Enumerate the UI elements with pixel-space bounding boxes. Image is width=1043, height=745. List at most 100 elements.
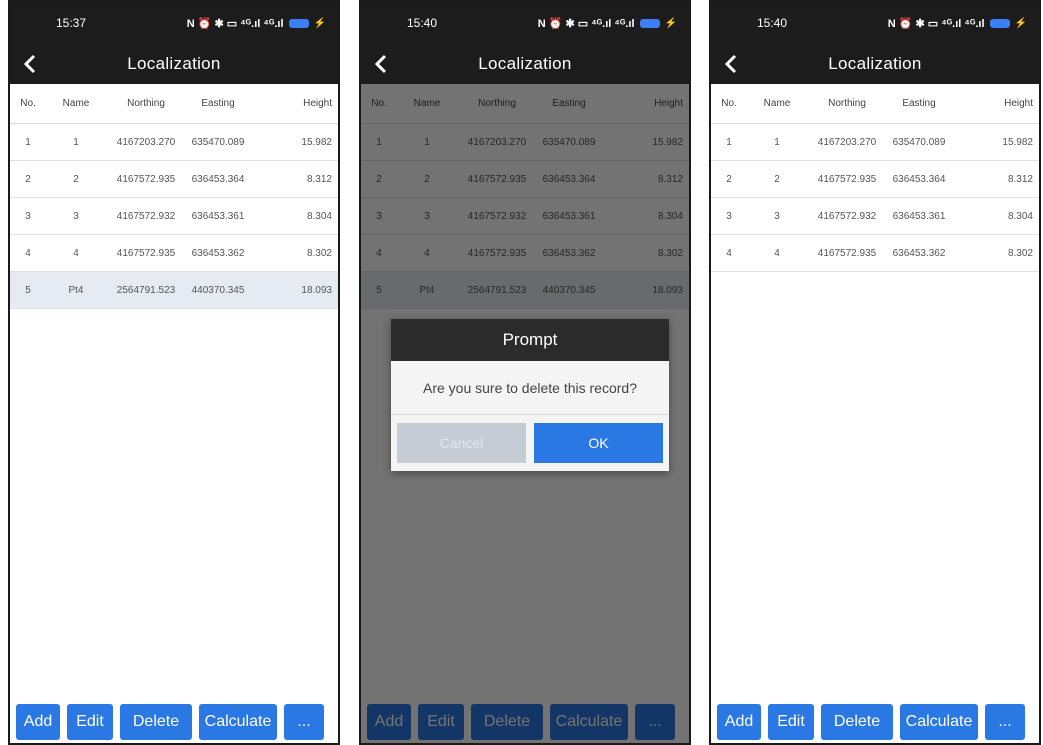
cell-easting: 635470.089 (191, 136, 245, 148)
battery-icon (989, 18, 1010, 28)
more-button[interactable]: ... (635, 704, 675, 740)
table-row[interactable]: 1 1 4167203.270 635470.089 15.982 (10, 124, 338, 161)
cell-height: 8.302 (306, 247, 332, 259)
edit-button[interactable]: Edit (768, 704, 814, 740)
cell-northing: 4167572.935 (817, 247, 877, 259)
cell-no: 1 (25, 136, 31, 148)
table-row[interactable]: 1 1 4167203.270 635470.089 15.982 (711, 124, 1039, 161)
cell-height: 8.302 (657, 247, 683, 259)
table-row[interactable]: 1 1 4167203.270 635470.089 15.982 (361, 124, 689, 161)
table-row[interactable]: 5 Pt4 2564791.523 440370.345 18.093 (361, 272, 689, 309)
cell-no: 4 (25, 247, 31, 259)
column-header-height: Height (1004, 98, 1033, 109)
phone-screen-2: 15:40 N ⏰ ✱ ▭ ⁴ᴳ.ıl ⁴ᴳ.ıl ⚡ Localization… (359, 0, 691, 745)
cell-name: 3 (73, 210, 79, 222)
cell-name: 2 (774, 173, 780, 185)
calculate-button[interactable]: Calculate (199, 704, 277, 740)
cell-name: 1 (774, 136, 780, 148)
table-row[interactable]: 4 4 4167572.935 636453.362 8.302 (361, 235, 689, 272)
cell-northing: 4167572.935 (467, 173, 527, 185)
delete-button[interactable]: Delete (120, 704, 192, 740)
cell-no: 1 (376, 136, 382, 148)
cell-height: 8.304 (306, 210, 332, 222)
status-bar: 15:40 N ⏰ ✱ ▭ ⁴ᴳ.ıl ⁴ᴳ.ıl ⚡ (711, 2, 1039, 44)
title-bar: Localization (10, 44, 338, 84)
edit-button[interactable]: Edit (67, 704, 113, 740)
column-header-northing: Northing (828, 98, 866, 109)
phone-screen-3: 15:40 N ⏰ ✱ ▭ ⁴ᴳ.ıl ⁴ᴳ.ıl ⚡ Localization… (709, 0, 1041, 745)
column-header-easting: Easting (552, 98, 586, 109)
cell-northing: 4167572.935 (817, 173, 877, 185)
cell-name: 4 (73, 247, 79, 259)
status-icons: N ⏰ ✱ ▭ ⁴ᴳ.ıl ⁴ᴳ.ıl ⚡ (187, 17, 326, 30)
table-row[interactable]: 2 2 4167572.935 636453.364 8.312 (711, 161, 1039, 198)
cell-easting: 636453.361 (892, 210, 946, 222)
calculate-button[interactable]: Calculate (900, 704, 978, 740)
add-button[interactable]: Add (367, 704, 411, 740)
column-header-no: No. (371, 98, 387, 109)
cell-no: 3 (25, 210, 31, 222)
table-row[interactable]: 2 2 4167572.935 636453.364 8.312 (361, 161, 689, 198)
table-body: 1 1 4167203.270 635470.089 15.982 2 2 4167572.9… (711, 124, 1039, 272)
more-button[interactable]: ... (985, 704, 1025, 740)
title-bar: Localization (361, 44, 689, 84)
delete-confirm-dialog: Prompt Are you sure to delete this recor… (391, 319, 669, 471)
cell-no: 2 (376, 173, 382, 185)
table-row[interactable]: 3 3 4167572.932 636453.361 8.304 (361, 198, 689, 235)
cell-height: 8.312 (657, 173, 683, 185)
back-arrow-icon[interactable] (719, 50, 743, 78)
table-row[interactable]: 3 3 4167572.932 636453.361 8.304 (711, 198, 1039, 235)
cell-name: 1 (73, 136, 79, 148)
edit-button[interactable]: Edit (418, 704, 464, 740)
bottom-toolbar: Add Edit Delete Calculate ... (361, 699, 689, 743)
column-header-name: Name (62, 98, 90, 109)
cell-easting: 636453.364 (191, 173, 245, 185)
cell-easting: 636453.361 (191, 210, 245, 222)
add-button[interactable]: Add (717, 704, 761, 740)
cell-easting: 636453.364 (892, 173, 946, 185)
cell-height: 8.302 (1007, 247, 1033, 259)
back-arrow-icon[interactable] (18, 50, 42, 78)
cell-northing: 4167203.270 (817, 136, 877, 148)
status-bar: 15:37 N ⏰ ✱ ▭ ⁴ᴳ.ıl ⁴ᴳ.ıl ⚡ (10, 2, 338, 44)
table-body: 1 1 4167203.270 635470.089 15.982 2 2 4167572.9… (10, 124, 338, 309)
cell-height: 18.093 (652, 284, 683, 296)
cell-no: 5 (25, 284, 31, 296)
cell-northing: 2564791.523 (467, 284, 527, 296)
table-row[interactable]: 2 2 4167572.935 636453.364 8.312 (10, 161, 338, 198)
add-button[interactable]: Add (16, 704, 60, 740)
table-row[interactable]: 3 3 4167572.932 636453.361 8.304 (10, 198, 338, 235)
delete-button[interactable]: Delete (821, 704, 893, 740)
ok-button[interactable]: OK (534, 423, 663, 463)
clock: 15:37 (56, 16, 87, 30)
table-row[interactable]: 4 4 4167572.935 636453.362 8.302 (711, 235, 1039, 272)
cell-height: 15.982 (652, 136, 683, 148)
dialog-title: Prompt (391, 319, 669, 361)
more-button[interactable]: ... (284, 704, 324, 740)
cell-no: 1 (726, 136, 732, 148)
table-row[interactable]: 4 4 4167572.935 636453.362 8.302 (10, 235, 338, 272)
cell-northing: 4167203.270 (116, 136, 176, 148)
empty-list-area (10, 309, 338, 699)
status-icons: N ⏰ ✱ ▭ ⁴ᴳ.ıl ⁴ᴳ.ıl ⚡ (888, 17, 1027, 30)
cell-no: 2 (25, 173, 31, 185)
cell-northing: 4167572.935 (467, 247, 527, 259)
page-title: Localization (828, 54, 922, 73)
table-header: No. Name Northing Easting Height (361, 84, 689, 124)
back-arrow-icon[interactable] (369, 50, 393, 78)
cell-no: 4 (726, 247, 732, 259)
cell-name: 1 (424, 136, 430, 148)
cell-northing: 4167572.932 (116, 210, 176, 222)
column-header-name: Name (763, 98, 791, 109)
table-row[interactable]: 5 Pt4 2564791.523 440370.345 18.093 (10, 272, 338, 309)
delete-button[interactable]: Delete (471, 704, 543, 740)
column-header-easting: Easting (902, 98, 936, 109)
cell-name: Pt4 (68, 284, 84, 296)
column-header-height: Height (303, 98, 332, 109)
calculate-button[interactable]: Calculate (550, 704, 628, 740)
cancel-button[interactable]: Cancel (397, 423, 526, 463)
bottom-toolbar: Add Edit Delete Calculate ... (10, 699, 338, 743)
cell-no: 3 (376, 210, 382, 222)
battery-icon (288, 18, 309, 28)
phone-screen-1: 15:37 N ⏰ ✱ ▭ ⁴ᴳ.ıl ⁴ᴳ.ıl ⚡ Localization… (8, 0, 340, 745)
